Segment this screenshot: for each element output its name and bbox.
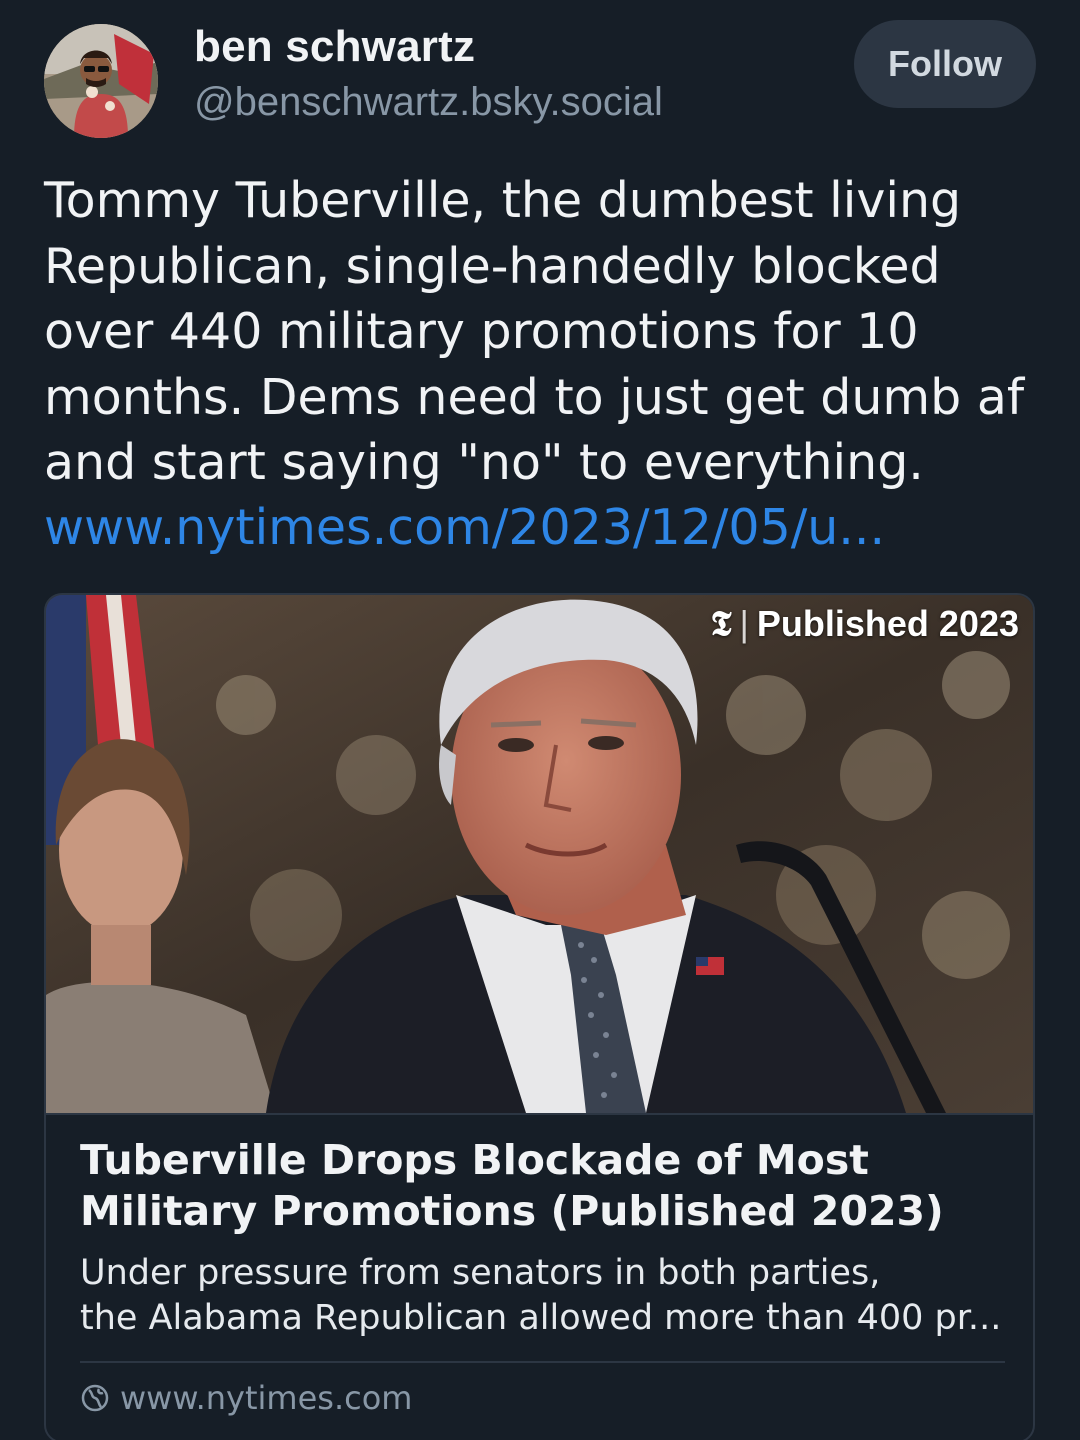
avatar-image (44, 24, 158, 138)
card-domain-text: www.nytimes.com (120, 1379, 413, 1417)
card-image-divider (46, 1113, 1033, 1115)
badge-label: Published 2023 (756, 603, 1019, 644)
avatar[interactable] (44, 24, 158, 138)
senator-photo (46, 595, 1033, 1113)
card-description: Under pressure from senators in both par… (80, 1253, 1002, 1338)
post: ben schwartz @benschwartz.bsky.social Fo… (0, 0, 1080, 1440)
published-badge: 𝕿 | Published 2023 (711, 603, 1019, 645)
card-domain[interactable]: www.nytimes.com (80, 1379, 412, 1417)
nyt-logo-icon: 𝕿 (710, 604, 732, 644)
follow-button[interactable]: Follow (854, 20, 1036, 108)
link-card[interactable]: 𝕿 | Published 2023 Tuberville Drops Bloc… (44, 593, 1035, 1440)
badge-separator: | (739, 603, 749, 644)
post-text: Tommy Tuberville, the dumbest living Rep… (44, 172, 1025, 491)
card-thumbnail[interactable]: 𝕿 | Published 2023 (46, 595, 1033, 1113)
author-handle[interactable]: @benschwartz.bsky.social (194, 80, 663, 125)
globe-icon (81, 1384, 109, 1412)
card-title[interactable]: Tuberville Drops Blockade of Most Milita… (80, 1135, 1010, 1237)
post-link[interactable]: www.nytimes.com/2023/12/05/u... (44, 495, 1054, 561)
card-divider (80, 1361, 1005, 1363)
author-name[interactable]: ben schwartz (194, 22, 475, 72)
